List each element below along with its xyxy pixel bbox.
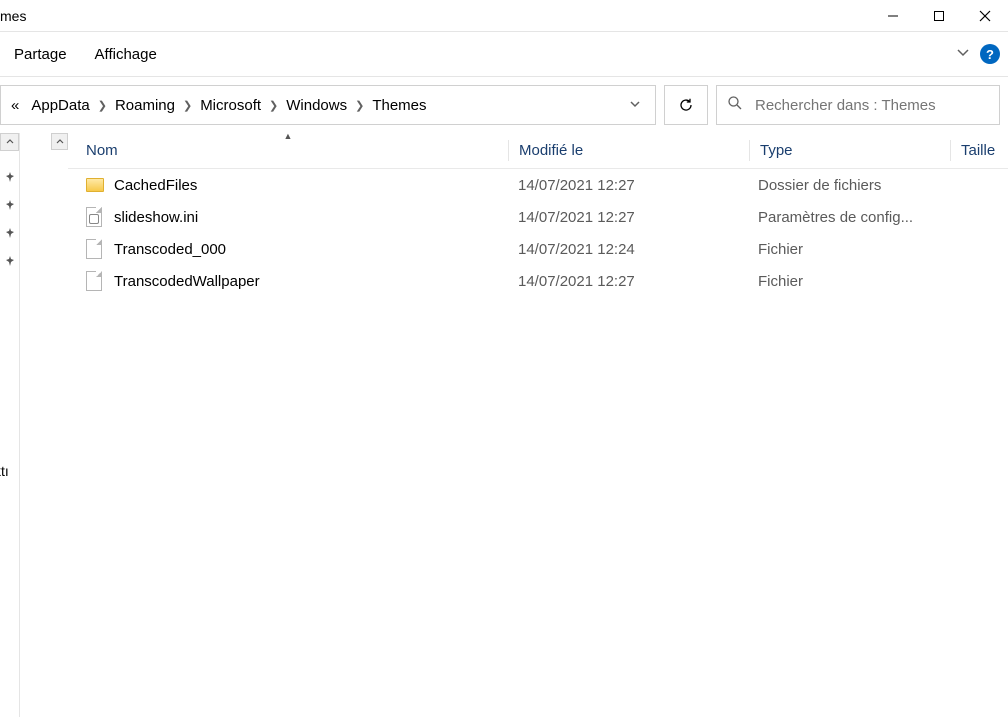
- folder-icon: [86, 175, 104, 195]
- chevron-down-icon: [956, 45, 970, 59]
- refresh-button[interactable]: [664, 85, 708, 125]
- file-list: CachedFiles 14/07/2021 12:27 Dossier de …: [68, 169, 1008, 717]
- chevron-right-icon: ❯: [267, 99, 280, 112]
- breadcrumb-roaming[interactable]: Roaming: [109, 86, 181, 124]
- sort-asc-icon: ▲: [284, 131, 293, 141]
- config-file-icon: [86, 207, 104, 227]
- column-header-modified[interactable]: Modifié le: [509, 133, 749, 168]
- list-item[interactable]: slideshow.ini 14/07/2021 12:27 Paramètre…: [68, 201, 1008, 233]
- file-name: TranscodedWallpaper: [114, 273, 260, 290]
- chevron-right-icon: ❯: [353, 99, 366, 112]
- pinned-item[interactable]: [0, 219, 19, 247]
- titlebar: mes: [0, 0, 1008, 32]
- tab-affichage[interactable]: Affichage: [81, 32, 171, 76]
- file-modified: 14/07/2021 12:24: [508, 241, 748, 258]
- list-item[interactable]: Transcoded_000 14/07/2021 12:24 Fichier: [68, 233, 1008, 265]
- pinned-item[interactable]: [0, 163, 19, 191]
- list-item[interactable]: CachedFiles 14/07/2021 12:27 Dossier de …: [68, 169, 1008, 201]
- column-header-size[interactable]: Taille: [951, 133, 1008, 168]
- minimize-button[interactable]: [870, 0, 916, 32]
- file-type: Fichier: [748, 241, 948, 258]
- column-headers: Nom ▲ Modifié le Type Taille: [68, 133, 1008, 169]
- ribbon-tabs: Partage Affichage ?: [0, 32, 1008, 77]
- ribbon-expand-button[interactable]: [952, 41, 974, 68]
- maximize-button[interactable]: [916, 0, 962, 32]
- file-modified: 14/07/2021 12:27: [508, 209, 748, 226]
- navigation-pane[interactable]: ktı: [0, 133, 20, 717]
- pin-icon: [4, 171, 16, 183]
- breadcrumb-windows[interactable]: Windows: [280, 86, 353, 124]
- chevron-down-icon: [629, 98, 641, 110]
- help-button[interactable]: ?: [980, 44, 1000, 64]
- file-name: slideshow.ini: [114, 209, 198, 226]
- minimize-icon: [887, 10, 899, 22]
- search-box[interactable]: [716, 85, 1000, 125]
- file-type: Paramètres de config...: [748, 209, 948, 226]
- maximize-icon: [933, 10, 945, 22]
- pinned-item[interactable]: [0, 191, 19, 219]
- file-type: Fichier: [748, 273, 948, 290]
- list-item[interactable]: TranscodedWallpaper 14/07/2021 12:27 Fic…: [68, 265, 1008, 297]
- breadcrumb-dropdown[interactable]: [619, 97, 651, 114]
- sidebar-scroll-up[interactable]: [0, 133, 19, 151]
- chevron-up-icon: [6, 138, 14, 146]
- close-icon: [979, 10, 991, 22]
- pin-icon: [4, 227, 16, 239]
- main-area: ktı Nom ▲ Modifié le Type Taille CachedF…: [0, 133, 1008, 717]
- column-header-type[interactable]: Type: [750, 133, 950, 168]
- file-modified: 14/07/2021 12:27: [508, 177, 748, 194]
- chevron-right-icon: ❯: [181, 99, 194, 112]
- breadcrumb-appdata[interactable]: AppData: [25, 86, 95, 124]
- search-icon: [727, 95, 743, 116]
- file-type: Dossier de fichiers: [748, 177, 948, 194]
- address-row: « AppData ❯ Roaming ❯ Microsoft ❯ Window…: [0, 77, 1008, 133]
- tab-partage[interactable]: Partage: [0, 32, 81, 76]
- refresh-icon: [678, 97, 694, 113]
- file-icon: [86, 271, 104, 291]
- search-input[interactable]: [755, 97, 989, 114]
- column-header-name[interactable]: Nom ▲: [68, 133, 508, 168]
- sidebar-scroll-area: [20, 133, 68, 717]
- tree-scroll-up[interactable]: [51, 133, 68, 150]
- breadcrumb-themes[interactable]: Themes: [366, 86, 432, 124]
- file-name: Transcoded_000: [114, 241, 226, 258]
- breadcrumb[interactable]: « AppData ❯ Roaming ❯ Microsoft ❯ Window…: [0, 85, 656, 125]
- file-modified: 14/07/2021 12:27: [508, 273, 748, 290]
- breadcrumb-microsoft[interactable]: Microsoft: [194, 86, 267, 124]
- close-button[interactable]: [962, 0, 1008, 32]
- window-title: mes: [0, 8, 26, 24]
- help-icon: ?: [986, 47, 994, 62]
- breadcrumb-overflow[interactable]: «: [5, 86, 25, 124]
- pin-icon: [4, 199, 16, 211]
- chevron-right-icon: ❯: [96, 99, 109, 112]
- file-icon: [86, 239, 104, 259]
- file-name: CachedFiles: [114, 177, 197, 194]
- chevron-up-icon: [56, 138, 64, 146]
- file-list-pane: Nom ▲ Modifié le Type Taille CachedFiles…: [68, 133, 1008, 717]
- pinned-item[interactable]: [0, 247, 19, 275]
- pin-icon: [4, 255, 16, 267]
